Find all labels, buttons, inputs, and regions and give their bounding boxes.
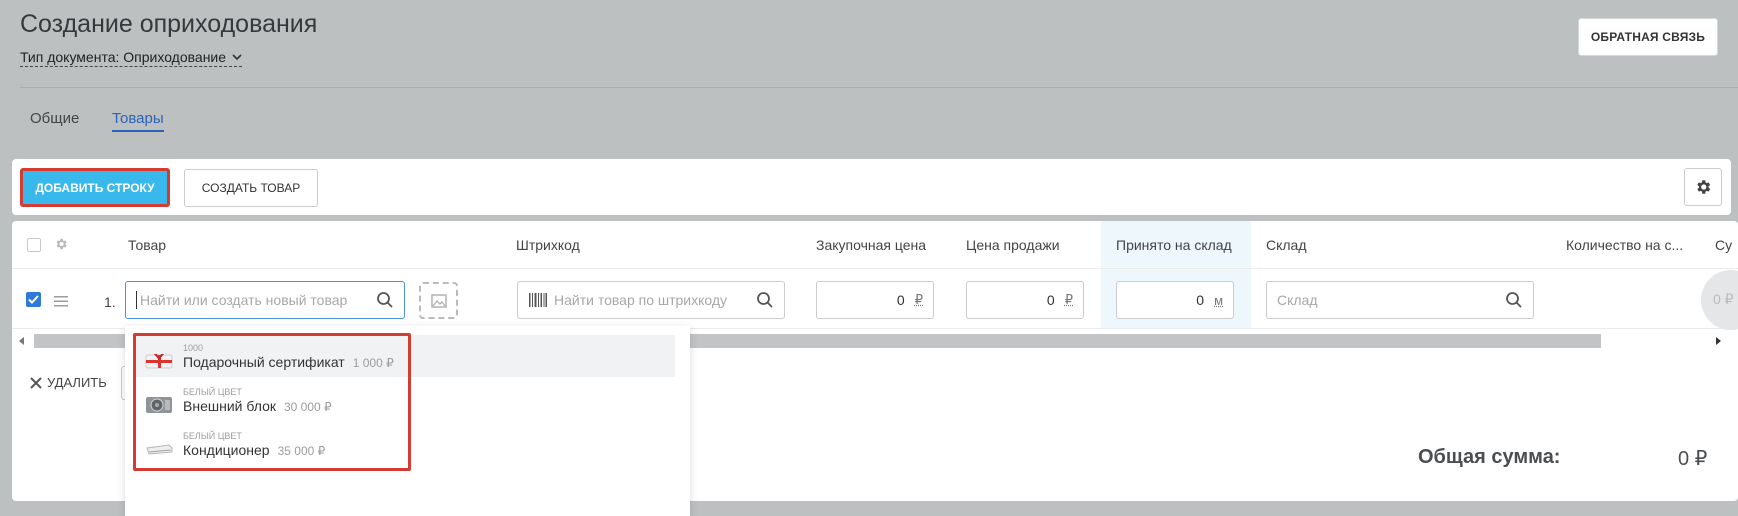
- drag-handle-icon[interactable]: [54, 296, 68, 307]
- tab-goods[interactable]: Товары: [112, 110, 164, 132]
- row-number: 1.: [104, 294, 116, 310]
- row-checkbox[interactable]: [26, 292, 41, 307]
- purchase-price-currency[interactable]: ₽: [915, 292, 923, 308]
- product-image-slot[interactable]: [419, 282, 458, 319]
- create-goods-button[interactable]: СОЗДАТЬ ТОВАР: [184, 169, 318, 207]
- scroll-left-arrow-icon[interactable]: [19, 337, 24, 345]
- tab-general[interactable]: Общие: [30, 110, 79, 127]
- accepted-qty-field[interactable]: 0 м: [1116, 281, 1234, 319]
- select-all-checkbox[interactable]: [27, 238, 41, 252]
- table-header-divider: [12, 268, 1738, 269]
- column-header-barcode: Штрихкод: [516, 237, 580, 253]
- row-sum-value: 0 ₽: [1713, 291, 1734, 307]
- search-icon[interactable]: [756, 291, 774, 309]
- column-header-product: Товар: [128, 237, 167, 253]
- chevron-down-icon: [232, 54, 242, 61]
- product-search-field[interactable]: [125, 281, 405, 319]
- purchase-price-field[interactable]: 0 ₽: [816, 281, 934, 319]
- feedback-button[interactable]: ОБРАТНАЯ СВЯЗЬ: [1578, 18, 1718, 56]
- settings-button[interactable]: [1684, 168, 1722, 206]
- column-header-sum: Су: [1715, 237, 1733, 253]
- scroll-right-arrow-icon[interactable]: [1716, 337, 1721, 345]
- column-header-accepted: Принято на склад: [1116, 237, 1232, 253]
- checkmark-icon: [28, 295, 39, 304]
- header-divider: [20, 87, 1738, 88]
- search-icon[interactable]: [1505, 291, 1523, 309]
- column-header-sale-price: Цена продажи: [966, 237, 1060, 253]
- total-label: Общая сумма:: [1418, 446, 1561, 468]
- text-caret: [136, 291, 137, 309]
- document-type-selector[interactable]: Тип документа: Оприходование: [20, 49, 243, 67]
- purchase-price-value: 0: [896, 292, 905, 308]
- barcode-icon: [529, 293, 547, 307]
- sale-price-currency[interactable]: ₽: [1065, 292, 1073, 308]
- image-icon: [430, 293, 447, 308]
- delete-label: УДАЛИТЬ: [47, 375, 107, 390]
- sale-price-field[interactable]: 0 ₽: [966, 281, 1084, 319]
- total-value: 0 ₽: [1678, 448, 1708, 470]
- close-icon: [30, 376, 42, 389]
- barcode-search-input[interactable]: [554, 292, 756, 308]
- column-header-stock-qty: Количество на с...: [1566, 237, 1684, 253]
- product-search-input[interactable]: [140, 292, 376, 308]
- column-settings-icon[interactable]: [54, 237, 68, 251]
- accepted-qty-value: 0: [1196, 292, 1205, 308]
- add-row-button[interactable]: ДОБАВИТЬ СТРОКУ: [20, 168, 170, 207]
- warehouse-field[interactable]: [1266, 281, 1534, 319]
- page-title: Создание оприходования: [20, 10, 318, 38]
- sale-price-value: 0: [1046, 292, 1055, 308]
- barcode-search-field[interactable]: [517, 281, 785, 319]
- document-type-label: Тип документа: Оприходование: [20, 49, 227, 65]
- column-header-purchase-price: Закупочная цена: [816, 237, 927, 253]
- annotation-highlight-box: [133, 333, 411, 471]
- search-icon[interactable]: [376, 291, 394, 309]
- column-header-warehouse: Склад: [1266, 237, 1307, 253]
- warehouse-input[interactable]: [1277, 292, 1505, 308]
- gear-icon: [1697, 180, 1711, 194]
- accepted-qty-unit[interactable]: м: [1214, 293, 1223, 308]
- delete-button[interactable]: УДАЛИТЬ: [30, 375, 107, 390]
